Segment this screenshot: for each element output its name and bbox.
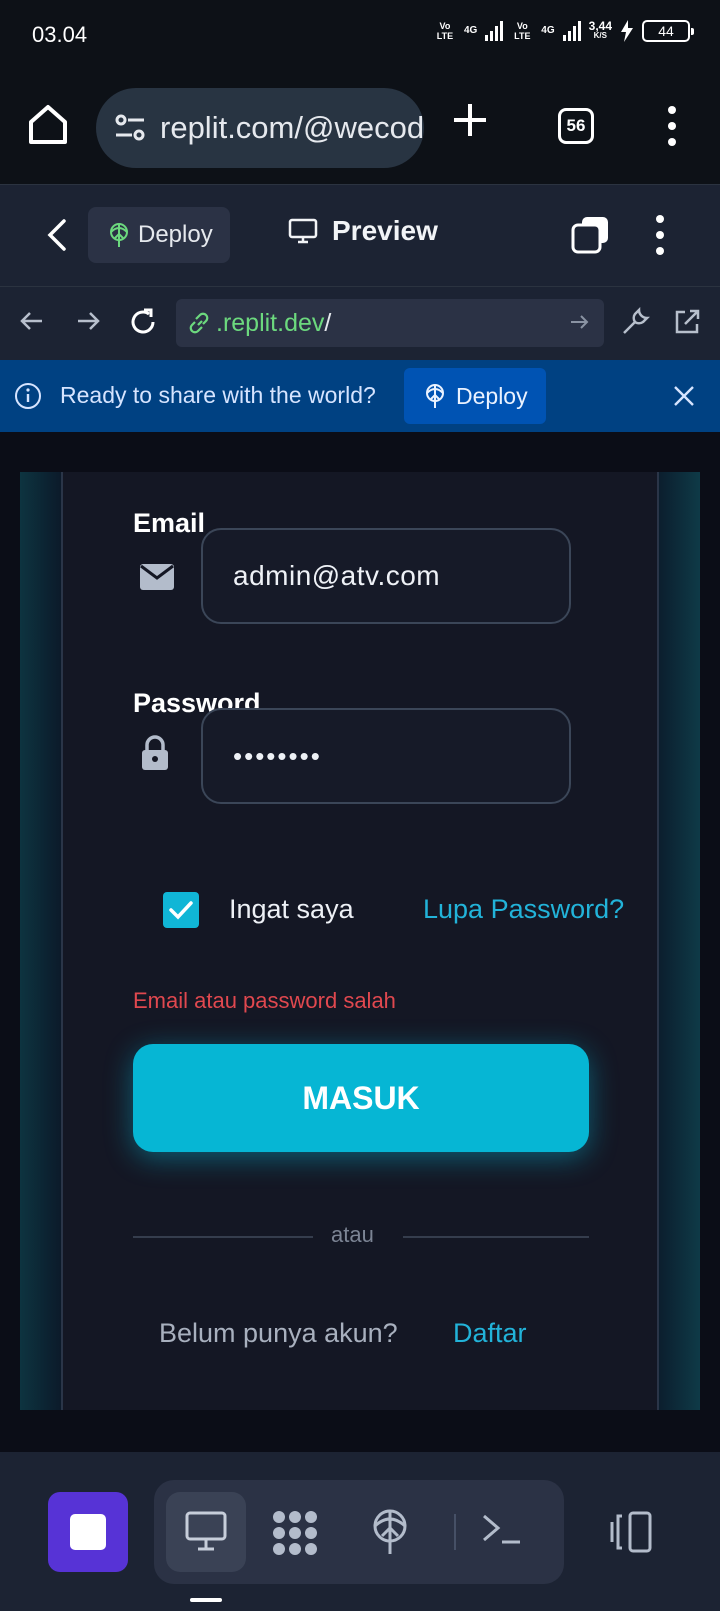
preview-label: Preview [332,215,438,246]
chevron-left-icon[interactable] [44,217,68,253]
tool-group [154,1480,564,1584]
deploy-button[interactable]: Deploy [88,207,230,263]
terminal-icon[interactable] [480,1508,522,1548]
status-time: 03.04 [32,22,88,47]
replit-bottom-bar [0,1452,720,1611]
preview-tool-button[interactable] [166,1492,246,1572]
email-label: Email [133,508,206,538]
stop-icon [70,1514,106,1550]
status-icons: Vo LTE 4G Vo LTE 4G 3,44 K/S 44 [434,19,694,42]
error-message: Email atau password salah [133,988,396,1013]
forgot-password-link[interactable]: Lupa Password? [423,894,624,925]
url-bar[interactable]: replit.com/@wecoding [96,88,424,168]
remember-checkbox[interactable] [163,892,199,928]
tool-separator [454,1514,456,1550]
browser-toolbar: replit.com/@wecoding 56 [0,72,720,184]
signup-question: Belum punya akun? [159,1318,398,1348]
check-icon [169,901,193,920]
monitor-icon [288,218,318,244]
windows-icon[interactable] [570,215,610,255]
arrow-forward-icon[interactable] [74,307,102,335]
new-tab-button[interactable] [452,100,488,145]
info-icon [15,383,41,409]
url-text: replit.com/@wecoding [160,110,424,145]
dots-grid-icon[interactable] [270,1508,320,1558]
stop-button[interactable] [48,1492,128,1572]
status-bar: 03.04 Vo LTE 4G Vo LTE 4G 3,44 K/S 44 [0,0,720,72]
webview-content: Email admin@atv.com Password •••••••• In… [0,432,720,1452]
battery-icon: 44 [642,20,694,42]
open-external-icon[interactable] [672,307,702,337]
sim1-volte-label: Vo LTE [436,21,454,41]
login-card: Email admin@atv.com Password •••••••• In… [61,472,659,1410]
lock-icon [142,735,168,770]
deploy-label: Deploy [138,221,213,248]
divider-text: atau [331,1222,374,1247]
charging-icon [621,20,633,42]
more-vertical-icon[interactable] [666,106,678,146]
network-speed-unit: K/S [593,31,607,40]
tune-icon[interactable] [114,112,146,144]
tab-switcher-button[interactable]: 56 [558,108,594,144]
home-indicator [190,1598,222,1602]
password-field[interactable]: •••••••• [201,708,571,804]
sim1-network-label: 4G [463,25,478,36]
tab-preview[interactable]: Preview [288,215,438,247]
home-icon[interactable] [24,100,72,148]
webview-nav: .replit.dev / [0,286,720,360]
arrow-back-icon[interactable] [18,307,46,335]
deploy-icon [110,223,128,247]
sim2-network-label: 4G [541,25,555,36]
divider-left [133,1236,313,1238]
banner-message: Ready to share with the world? [60,382,376,408]
wrench-icon[interactable] [620,307,650,337]
email-field[interactable]: admin@atv.com [201,528,571,624]
login-button[interactable]: MASUK [133,1044,589,1152]
monitor-icon [185,1511,227,1551]
signup-link[interactable]: Daftar [453,1318,527,1349]
go-arrow-icon[interactable] [568,311,590,333]
signal-icon [562,21,581,41]
deploy-icon[interactable] [370,1508,410,1556]
network-speed: 3,44 K/S [588,19,612,41]
close-icon[interactable] [672,384,696,408]
share-banner: Ready to share with the world? Deploy [0,360,720,432]
envelope-icon [140,564,174,590]
more-vertical-icon[interactable] [654,215,666,255]
divider-right [403,1236,589,1238]
network-speed-value: 3,44 [588,19,612,33]
deploy-icon [426,384,444,408]
link-icon [189,312,209,334]
banner-deploy-button[interactable]: Deploy [404,368,546,424]
signal-icon [485,21,504,41]
webview-address-bar[interactable]: .replit.dev / [176,299,604,347]
address-path: / [324,308,332,337]
sim2-volte-label: Vo LTE [514,21,531,41]
banner-deploy-label: Deploy [456,382,528,409]
layout-toggle-icon[interactable] [606,1510,654,1554]
reload-icon[interactable] [128,307,158,337]
plus-icon [454,104,486,136]
address-domain: .replit.dev [216,308,325,337]
remember-label[interactable]: Ingat saya [229,894,354,925]
replit-header: Deploy Preview [0,184,720,286]
